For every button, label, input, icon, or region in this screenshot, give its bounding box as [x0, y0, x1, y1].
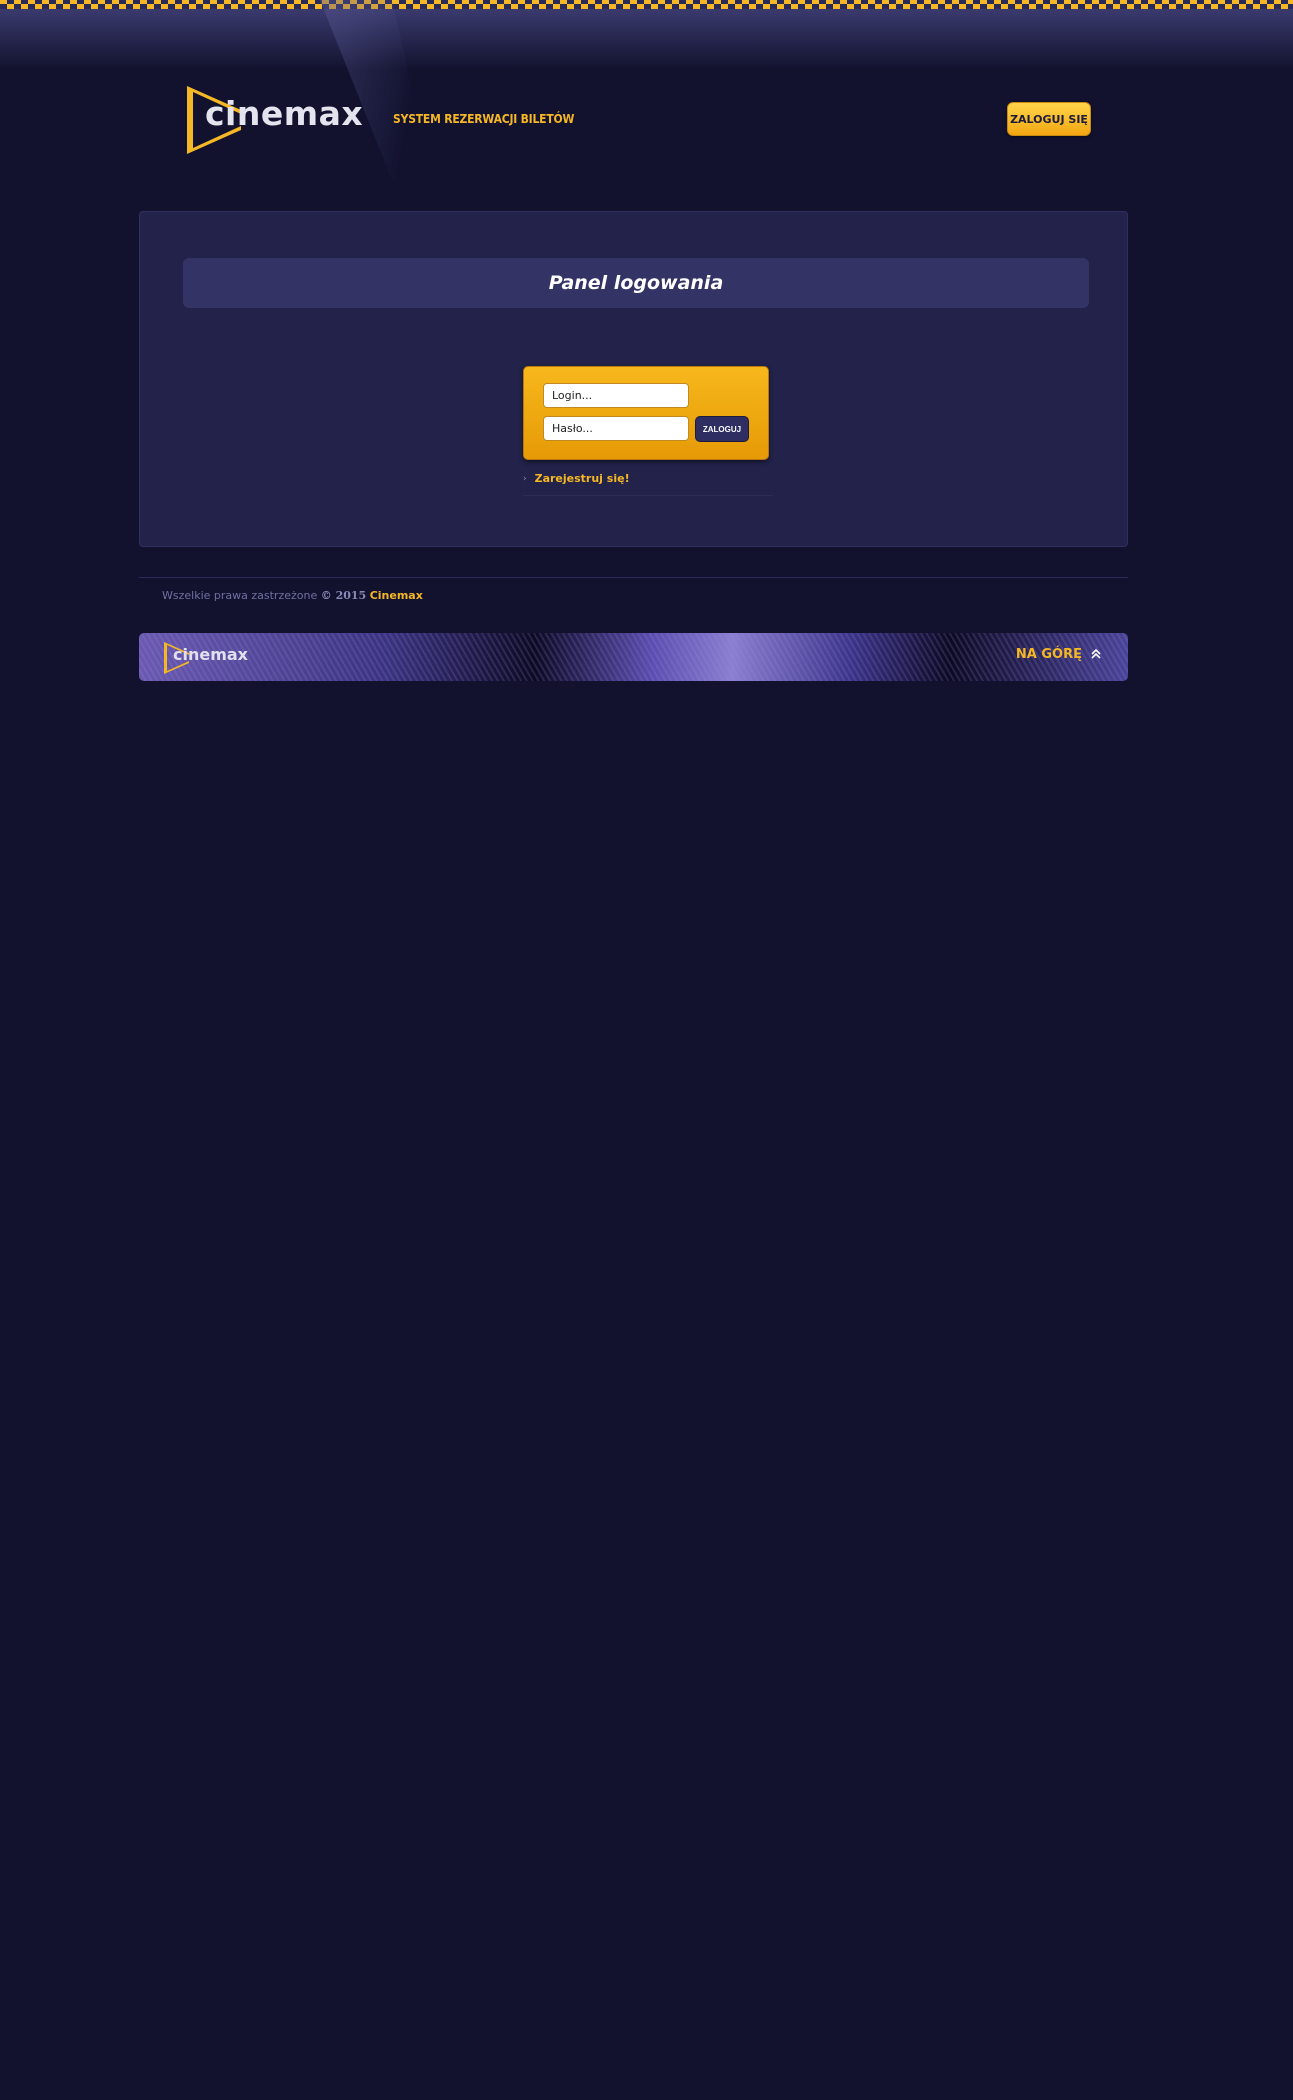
login-form: ZALOGUJ [523, 366, 769, 460]
register-link[interactable]: Zarejestruj się! [535, 472, 630, 486]
copyright: Wszelkie prawa zastrzeżone © 2015 Cinema… [162, 589, 423, 602]
back-to-top-label: NA GÓRĘ [1015, 647, 1082, 662]
top-checkered-strip [0, 0, 1293, 9]
back-to-top-link[interactable]: NA GÓRĘ [1016, 647, 1102, 662]
logo-text: cinemax [205, 94, 364, 133]
footer-logo-text: cinemax [173, 645, 248, 664]
copyright-brand: Cinemax [369, 589, 423, 602]
password-input[interactable] [543, 416, 689, 441]
page-title: Panel logowania [183, 258, 1089, 308]
register-row: › Zarejestruj się! [523, 472, 773, 496]
double-chevron-up-icon [1090, 648, 1102, 662]
header-login-button[interactable]: ZALOGUJ SIĘ [1007, 102, 1091, 136]
top-glow [0, 9, 1293, 69]
copyright-text: Wszelkie prawa zastrzeżone [162, 589, 318, 602]
site-logo[interactable]: cinemax [185, 84, 363, 156]
footer-bar: cinemax NA GÓRĘ [139, 633, 1128, 681]
site-tagline: SYSTEM REZERWACJI BILETÓW [393, 112, 575, 126]
chevron-right-icon: › [523, 474, 527, 484]
login-input[interactable] [543, 383, 689, 408]
login-submit-button[interactable]: ZALOGUJ [695, 416, 749, 442]
footer-divider [139, 577, 1128, 578]
main-panel: Panel logowania ZALOGUJ › Zarejestruj si… [139, 211, 1128, 547]
copyright-year: © 2015 [320, 589, 367, 602]
